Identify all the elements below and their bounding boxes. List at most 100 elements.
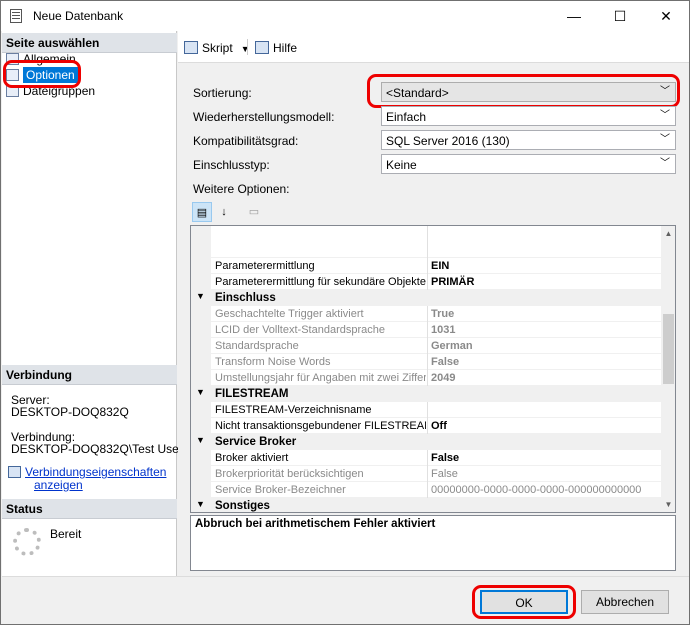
highlight-ring <box>367 74 680 108</box>
property-name: Geschachtelte Trigger aktiviert <box>215 308 364 320</box>
property-name: FILESTREAM-Verzeichnisname <box>215 404 372 416</box>
property-value[interactable]: Off <box>427 418 661 434</box>
row-gutter <box>191 466 211 482</box>
chevron-down-icon: ﹀ <box>660 110 670 121</box>
row-gutter <box>191 418 211 434</box>
property-value[interactable] <box>427 402 661 418</box>
property-value[interactable]: EIN <box>427 258 661 274</box>
collapse-chevron-icon[interactable]: ▼ <box>196 291 205 301</box>
scroll-up-icon[interactable]: ▲ <box>661 226 675 241</box>
categorized-view-icon[interactable]: ▤ <box>192 202 212 222</box>
close-button[interactable]: ✕ <box>643 1 689 31</box>
progress-spinner-icon <box>13 528 41 556</box>
property-name: Service Broker-Bezeichner <box>215 484 346 496</box>
property-category[interactable]: ▼ Sonstiges <box>191 498 661 512</box>
property-name: Brokerpriorität berücksichtigen <box>215 468 364 480</box>
property-description: Abbruch bei arithmetischem Fehler aktivi… <box>190 515 676 571</box>
row-gutter <box>191 450 211 466</box>
property-category[interactable]: ▼ FILESTREAM <box>191 386 661 402</box>
property-name: Nicht transaktionsgebundener FILESTREAM-… <box>215 420 426 432</box>
property-value[interactable]: False <box>427 354 661 370</box>
property-category[interactable]: ▼ Einschluss <box>191 290 661 306</box>
row-gutter <box>191 402 211 418</box>
connection-value: DESKTOP-DOQ832Q\Test User <box>11 442 183 456</box>
options-pane: Skript ▼ Hilfe Sortierung: <Standard> ﹀ Wi… <box>178 31 689 576</box>
property-value[interactable]: False <box>427 466 661 482</box>
category-label: Einschluss <box>215 292 276 304</box>
toolbar-divider <box>247 39 248 55</box>
scrollbar-thumb[interactable] <box>663 314 674 384</box>
property-row[interactable]: LCID der Volltext-Standardsprache 1031 <box>191 322 661 338</box>
property-row[interactable]: Standardsprache German <box>191 338 661 354</box>
collapse-chevron-icon[interactable]: ▼ <box>196 387 205 397</box>
recovery-model-select[interactable]: Einfach ﹀ <box>381 106 676 126</box>
help-icon <box>255 41 269 54</box>
minimize-button[interactable]: — <box>551 1 597 31</box>
property-row[interactable]: Parameterermittlung für sekundäre Objekt… <box>191 274 661 290</box>
category-label: Service Broker <box>215 436 297 448</box>
property-name: Parameterermittlung für sekundäre Objekt… <box>215 276 426 288</box>
property-value[interactable]: False <box>427 450 661 466</box>
row-gutter <box>191 370 211 386</box>
property-row[interactable]: Service Broker-Bezeichner 00000000-0000-0… <box>191 482 661 498</box>
property-row[interactable]: Broker aktiviert False <box>191 450 661 466</box>
property-value[interactable]: 00000000-0000-0000-0000-000000000000 <box>427 482 661 498</box>
property-name: Parameterermittlung <box>215 260 315 272</box>
help-button[interactable]: Hilfe <box>255 41 297 55</box>
left-pane: Seite auswählen Allgemein Optionen Datei… <box>2 31 183 576</box>
property-pages-icon[interactable]: ▭ <box>244 202 264 222</box>
select-page-header: Seite auswählen <box>2 33 177 53</box>
property-row[interactable]: Brokerpriorität berücksichtigen False <box>191 466 661 482</box>
property-value[interactable]: 2049 <box>427 370 661 386</box>
containment-type-label: Einschlusstyp: <box>193 158 270 172</box>
property-row[interactable]: FILESTREAM-Verzeichnisname <box>191 402 661 418</box>
property-name: Umstellungsjahr für Angaben mit zwei Zif… <box>215 372 426 384</box>
cancel-button[interactable]: Abbrechen <box>581 590 669 614</box>
property-value[interactable]: PRIMÄR <box>427 274 661 290</box>
dialog-window: Neue Datenbank — ☐ ✕ Seite auswählen All… <box>0 0 690 625</box>
vertical-scrollbar[interactable]: ▲ ▼ <box>661 226 675 512</box>
property-row[interactable]: Transform Noise Words False <box>191 354 661 370</box>
chevron-down-icon: ﹀ <box>660 134 670 145</box>
chevron-down-icon: ﹀ <box>660 158 670 169</box>
status-header: Status <box>2 499 177 519</box>
alphabetical-sort-icon[interactable]: ↓ <box>214 202 234 222</box>
property-row[interactable]: Geschachtelte Trigger aktiviert True <box>191 306 661 322</box>
collation-label: Sortierung: <box>193 86 252 100</box>
property-row[interactable]: Nicht transaktionsgebundener FILESTREAM-… <box>191 418 661 434</box>
script-button[interactable]: Skript ▼ <box>184 41 250 55</box>
title-bar: Neue Datenbank — ☐ ✕ <box>1 1 689 31</box>
script-icon <box>184 41 198 54</box>
collapse-chevron-icon[interactable]: ▼ <box>196 499 205 509</box>
property-name: Transform Noise Words <box>215 356 331 368</box>
highlight-ring <box>472 585 576 619</box>
property-row[interactable]: Parameterermittlung EIN <box>191 258 661 274</box>
property-row[interactable]: Umstellungsjahr für Angaben mit zwei Zif… <box>191 370 661 386</box>
property-value[interactable]: German <box>427 338 661 354</box>
property-category[interactable]: ▼ Service Broker <box>191 434 661 450</box>
category-label: FILESTREAM <box>215 388 289 400</box>
property-value[interactable]: True <box>427 306 661 322</box>
row-gutter <box>191 258 211 274</box>
property-value[interactable]: 1031 <box>427 322 661 338</box>
scroll-down-icon[interactable]: ▼ <box>661 497 675 512</box>
maximize-button[interactable]: ☐ <box>597 1 643 31</box>
row-gutter <box>191 274 211 290</box>
row-gutter <box>191 482 211 498</box>
connection-properties-link[interactable]: Verbindungseigenschaften <box>8 465 166 479</box>
containment-type-select[interactable]: Keine ﹀ <box>381 154 676 174</box>
window-title: Neue Datenbank <box>33 9 124 23</box>
recovery-model-label: Wiederherstellungsmodell: <box>193 110 335 124</box>
property-grid: Parameterermittlung EIN Parameterermittlun… <box>190 225 676 513</box>
connection-properties-link-2[interactable]: anzeigen <box>34 478 83 492</box>
collapse-chevron-icon[interactable]: ▼ <box>196 435 205 445</box>
compatibility-level-select[interactable]: SQL Server 2016 (130) ﹀ <box>381 130 676 150</box>
button-bar: OK Abbrechen <box>2 576 689 624</box>
row-gutter <box>191 306 211 322</box>
row-gutter <box>191 322 211 338</box>
properties-icon <box>8 466 21 478</box>
database-icon <box>10 9 22 23</box>
row-gutter <box>191 354 211 370</box>
toolbar: Skript ▼ Hilfe <box>178 31 689 63</box>
property-name: Standardsprache <box>215 340 299 352</box>
